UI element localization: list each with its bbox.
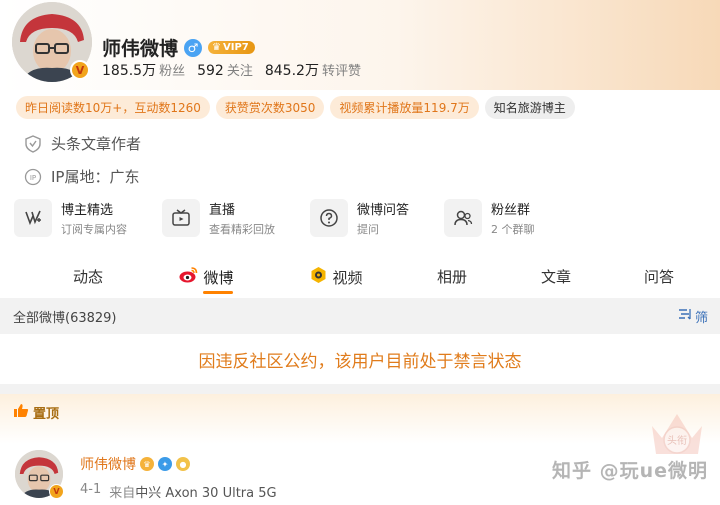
ban-notice: 因违反社区公约，该用户目前处于禁言状态 bbox=[198, 351, 522, 372]
tag-rewards[interactable]: 获赞赏次数3050 bbox=[215, 96, 325, 119]
tab-articles[interactable]: 文章 bbox=[541, 266, 571, 287]
stat-interactions: 845.2万 转评赞 bbox=[264, 63, 361, 79]
profile-header: V 师伟微博 ♂ ♛ VIP7 185.5万 粉丝 592 关注 845.2万 转评赞 bbox=[0, 0, 720, 90]
tab-qa[interactable]: 问答 bbox=[644, 266, 674, 287]
zhihu-watermark: 知乎 @玩ue微明 bbox=[551, 460, 708, 482]
tag-reading[interactable]: 昨日阅读数10万+，互动数1260 bbox=[16, 96, 210, 119]
verified-author-row: 头条文章作者 bbox=[24, 133, 141, 154]
post-date[interactable]: 4-1 bbox=[80, 482, 101, 501]
ip-location-row: IP IP属地：广东 bbox=[24, 166, 139, 187]
feature-fan-groups[interactable]: 粉丝群 2 个群聊 bbox=[444, 199, 535, 237]
profile-tags: 昨日阅读数10万+，互动数1260 获赞赏次数3050 视频累计播放量119.7… bbox=[16, 96, 575, 119]
profile-avatar[interactable]: V bbox=[12, 2, 92, 82]
post-source: 来自中兴 Axon 30 Ultra 5G bbox=[109, 486, 277, 501]
tab-video[interactable]: 视频 bbox=[309, 266, 363, 288]
tab-weibo[interactable]: 微博 bbox=[178, 266, 234, 288]
weibo-logo-icon bbox=[178, 266, 198, 288]
post-author-avatar[interactable]: V bbox=[15, 450, 64, 499]
filter-icon bbox=[678, 308, 692, 324]
gold-medal-icon: ● bbox=[176, 457, 190, 471]
question-icon bbox=[310, 199, 348, 237]
tag-video-views[interactable]: 视频累计播放量119.7万 bbox=[330, 96, 479, 119]
weibo-count: 全部微博(63829) bbox=[13, 310, 117, 326]
video-icon bbox=[309, 266, 327, 288]
feature-qa[interactable]: 微博问答 提问 bbox=[310, 199, 409, 237]
svg-text:头衔: 头衔 bbox=[667, 435, 687, 447]
feature-live[interactable]: 直播 查看精彩回放 bbox=[162, 199, 275, 237]
tag-travel-blogger[interactable]: 知名旅游博主 bbox=[484, 96, 575, 119]
tv-icon bbox=[162, 199, 200, 237]
svg-text:IP: IP bbox=[30, 174, 36, 182]
crown-badge-icon: ♛ bbox=[140, 457, 154, 471]
profile-stats: 185.5万 粉丝 592 关注 845.2万 转评赞 bbox=[102, 60, 361, 80]
pinned-post-card[interactable]: 置顶 头衔 V 师伟微博 ♛ ✦ ● 4-1 来自中兴 Axon 30 Ultr… bbox=[0, 394, 720, 505]
post-meta: 4-1 来自中兴 Axon 30 Ultra 5G bbox=[80, 482, 277, 501]
blue-medal-icon: ✦ bbox=[158, 457, 172, 471]
pinned-label: 置顶 bbox=[13, 403, 59, 422]
vip-badge[interactable]: ♛ VIP7 bbox=[208, 41, 255, 54]
profile-tabs: 动态 微博 视频 相册 文章 问答 bbox=[0, 258, 720, 294]
tab-album[interactable]: 相册 bbox=[437, 266, 467, 287]
feature-blogger-picks[interactable]: 博主精选 订阅专属内容 bbox=[14, 199, 127, 237]
male-gender-icon: ♂ bbox=[184, 38, 203, 57]
stat-following[interactable]: 592 关注 bbox=[197, 60, 253, 79]
group-icon bbox=[444, 199, 482, 237]
crown-icon: ♛ bbox=[212, 42, 221, 53]
thumb-up-pin-icon bbox=[13, 403, 29, 422]
post-author-name[interactable]: 师伟微博 bbox=[80, 454, 136, 474]
verified-badge-icon: V bbox=[70, 60, 90, 80]
ip-icon: IP bbox=[24, 168, 42, 186]
active-tab-indicator bbox=[203, 291, 233, 294]
profile-name: 师伟微博 bbox=[102, 38, 179, 60]
stat-followers[interactable]: 185.5万 粉丝 bbox=[102, 60, 185, 80]
feature-shortcuts: 博主精选 订阅专属内容 直播 查看精彩回放 微博问答 提问 粉丝群 2 个群聊 bbox=[14, 199, 720, 241]
section-divider bbox=[0, 384, 720, 394]
filter-button[interactable]: 筛 bbox=[678, 307, 708, 326]
shield-icon bbox=[24, 134, 42, 153]
pen-icon bbox=[14, 199, 52, 237]
post-verified-badge-icon: V bbox=[49, 484, 64, 499]
tab-activity[interactable]: 动态 bbox=[73, 266, 103, 287]
feed-filter-bar: 全部微博(63829) 筛 bbox=[0, 298, 720, 334]
